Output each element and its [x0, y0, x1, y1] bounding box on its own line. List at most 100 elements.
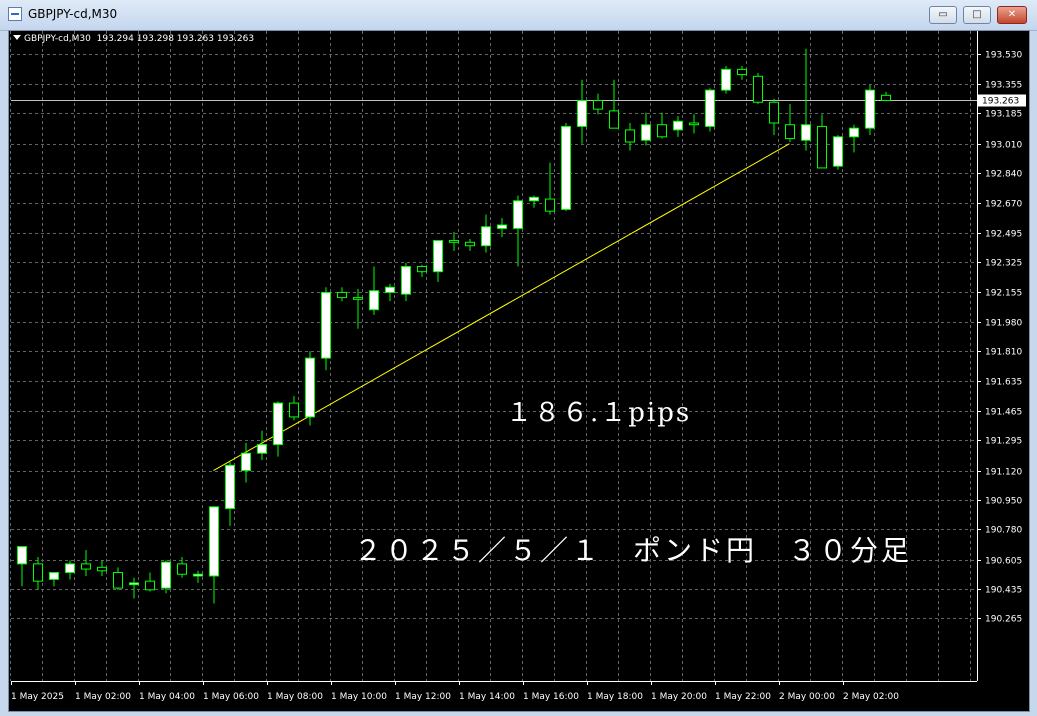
- y-tick-label: 191.295: [985, 437, 1022, 447]
- candle-bear[interactable]: [545, 198, 555, 212]
- current-price-label: 193.263: [982, 97, 1019, 107]
- candle-bull[interactable]: [433, 240, 443, 273]
- candle-bear[interactable]: [769, 101, 779, 124]
- candle-bear[interactable]: [785, 124, 795, 140]
- caption-annotation[interactable]: ２０２５／５／１ ポンド円 ３０分足: [354, 529, 912, 569]
- candle-bull[interactable]: [129, 582, 139, 586]
- candle-bull[interactable]: [17, 546, 27, 565]
- y-tick-label: 191.465: [985, 408, 1022, 418]
- y-tick-label: 192.155: [985, 289, 1022, 299]
- candle-bear[interactable]: [593, 100, 603, 110]
- y-tick-label: 192.325: [985, 259, 1022, 269]
- chart-window-icon: [8, 7, 22, 21]
- candle-bull[interactable]: [65, 563, 75, 574]
- candle-bear[interactable]: [737, 68, 747, 76]
- price-chart[interactable]: 193.530 193.355 193.185 193.010 192.840 192.6…: [9, 31, 1029, 711]
- y-tick-label: 193.010: [985, 141, 1022, 151]
- candle-bull[interactable]: [561, 125, 571, 210]
- x-tick-label: 1 May 20:00: [651, 692, 707, 702]
- candle-bear[interactable]: [145, 580, 155, 591]
- candle-bull[interactable]: [273, 402, 283, 446]
- pips-annotation[interactable]: １８６.１pips: [506, 392, 691, 429]
- candle-bear[interactable]: [881, 94, 891, 102]
- candle-bear[interactable]: [353, 297, 363, 300]
- candle-bear[interactable]: [657, 124, 667, 138]
- y-tick-label: 191.635: [985, 378, 1022, 388]
- close-button[interactable]: ✕: [997, 6, 1027, 24]
- y-tick-label: 190.950: [985, 497, 1022, 507]
- candle-bull[interactable]: [49, 572, 59, 580]
- candle-bull[interactable]: [577, 100, 587, 127]
- x-tick-label: 1 May 14:00: [459, 692, 515, 702]
- candle-bull[interactable]: [225, 464, 235, 510]
- candle-bear[interactable]: [289, 402, 299, 418]
- candle-bear[interactable]: [449, 240, 459, 243]
- candle-bull[interactable]: [385, 286, 395, 293]
- y-tick-label: 192.670: [985, 200, 1022, 210]
- candle-bull[interactable]: [705, 89, 715, 127]
- candle-bull[interactable]: [641, 124, 651, 141]
- candle-bear[interactable]: [465, 241, 475, 247]
- x-tick-label: 1 May 22:00: [715, 692, 771, 702]
- candle-bull[interactable]: [865, 89, 875, 129]
- candle-bear[interactable]: [177, 563, 187, 575]
- candle-bear[interactable]: [81, 563, 91, 570]
- candle-bull[interactable]: [721, 68, 731, 91]
- x-tick-label: 1 May 12:00: [395, 692, 451, 702]
- candle-bull[interactable]: [497, 224, 507, 229]
- candle-bear[interactable]: [337, 291, 347, 299]
- candle-bull[interactable]: [257, 444, 267, 454]
- x-tick-label: 1 May 16:00: [523, 692, 579, 702]
- y-tick-label: 191.810: [985, 348, 1022, 358]
- x-tick-label: 1 May 06:00: [203, 692, 259, 702]
- candle-bull[interactable]: [833, 136, 843, 167]
- candle-bull[interactable]: [305, 357, 315, 418]
- candle-bear[interactable]: [817, 125, 827, 169]
- candle-bull[interactable]: [161, 561, 171, 589]
- y-tick-label: 190.435: [985, 586, 1022, 596]
- candle-bear[interactable]: [689, 122, 699, 126]
- x-tick-label: 1 May 2025: [11, 692, 64, 702]
- candle-bull[interactable]: [209, 506, 219, 577]
- candle-bull[interactable]: [801, 124, 811, 141]
- x-tick-label: 2 May 00:00: [779, 692, 835, 702]
- trend-line[interactable]: [213, 143, 790, 471]
- candle-bear[interactable]: [97, 566, 107, 572]
- candle-bear[interactable]: [113, 572, 123, 589]
- y-tick-label: 193.185: [985, 110, 1022, 120]
- dropdown-triangle-icon[interactable]: [13, 35, 21, 40]
- symbol-info: GBPJPY-cd,M30 193.294 193.298 193.263 19…: [13, 34, 254, 44]
- candle-bull[interactable]: [673, 120, 683, 131]
- x-tick-label: 1 May 04:00: [139, 692, 195, 702]
- candle-bull[interactable]: [481, 226, 491, 247]
- window-titlebar[interactable]: GBPJPY-cd,M30 ▭ □ ✕: [0, 0, 1037, 31]
- y-tick-label: 191.120: [985, 468, 1022, 478]
- minimize-button[interactable]: ▭: [929, 6, 957, 24]
- candle-bull[interactable]: [321, 291, 331, 359]
- x-tick-label: 1 May 18:00: [587, 692, 643, 702]
- candle-bear[interactable]: [417, 265, 427, 273]
- candle-bull[interactable]: [193, 573, 203, 577]
- y-tick-label: 193.530: [985, 51, 1022, 61]
- candle-bear[interactable]: [609, 110, 619, 129]
- y-tick-label: 192.495: [985, 230, 1022, 240]
- x-tick-label: 2 May 02:00: [843, 692, 899, 702]
- y-tick-label: 190.605: [985, 557, 1022, 567]
- candle-bear[interactable]: [753, 75, 763, 103]
- candle-bull[interactable]: [401, 265, 411, 295]
- candle-bear[interactable]: [33, 563, 43, 582]
- candle-bull[interactable]: [513, 200, 523, 229]
- y-tick-label: 192.840: [985, 170, 1022, 180]
- candle-bull[interactable]: [529, 196, 539, 202]
- symbol-name: GBPJPY-cd,M30: [24, 34, 91, 44]
- maximize-button[interactable]: □: [963, 6, 991, 24]
- x-tick-label: 1 May 10:00: [331, 692, 387, 702]
- candle-bull[interactable]: [849, 127, 859, 138]
- x-tick-label: 1 May 08:00: [267, 692, 323, 702]
- chart-area[interactable]: 193.530 193.355 193.185 193.010 192.840 192.6…: [8, 30, 1030, 712]
- ohlc-values: 193.294 193.298 193.263 193.263: [96, 34, 255, 44]
- candle-bull[interactable]: [369, 290, 379, 311]
- candle-bear[interactable]: [625, 129, 635, 143]
- candle-bull[interactable]: [241, 452, 251, 472]
- window-title: GBPJPY-cd,M30: [28, 7, 118, 21]
